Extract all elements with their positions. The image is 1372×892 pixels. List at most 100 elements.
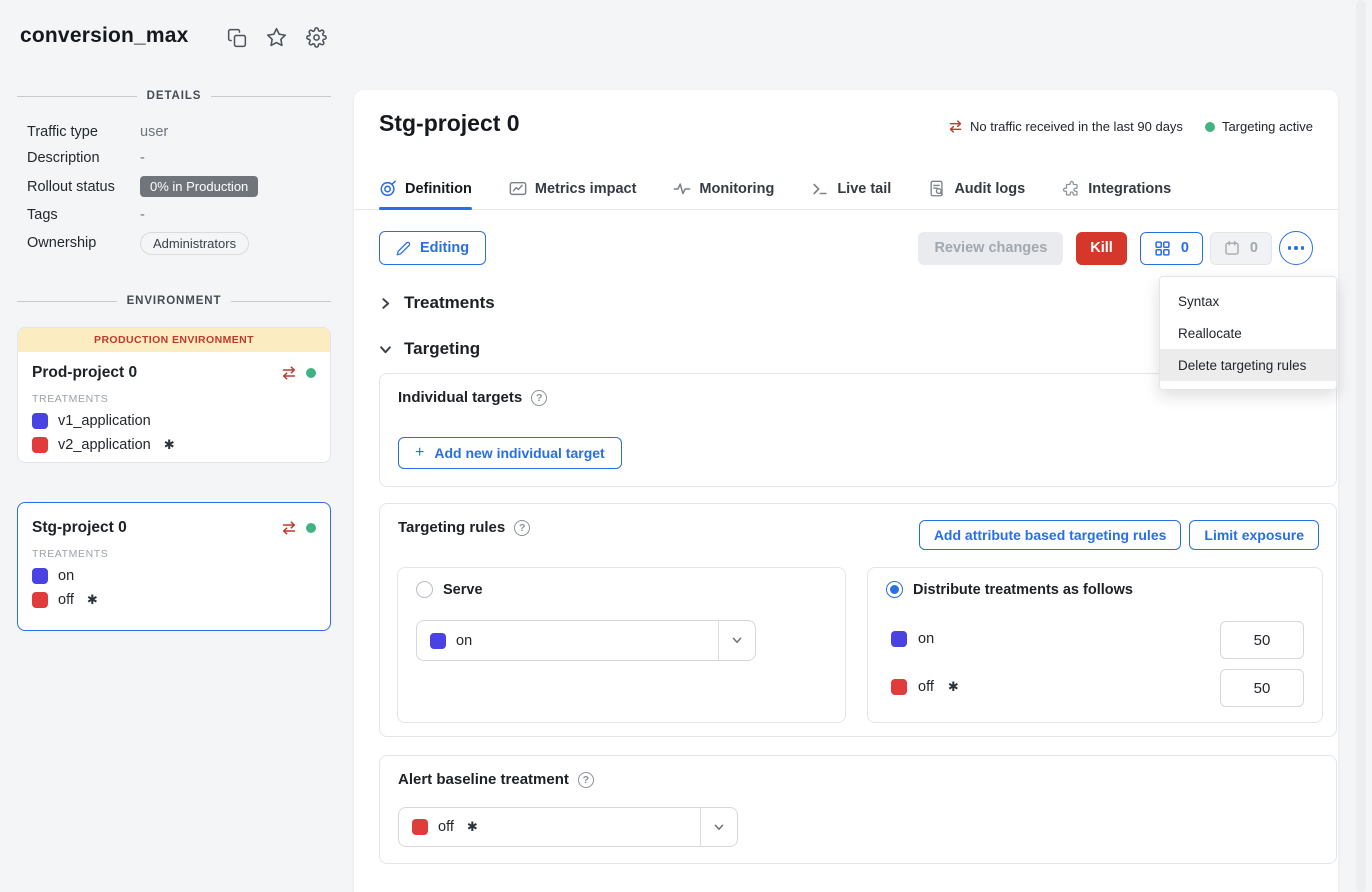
details-list: Traffic type user Description - Rollout … [27, 119, 331, 258]
tab-monitoring[interactable]: Monitoring [673, 168, 774, 209]
distribute-percent-input-on[interactable] [1220, 621, 1304, 659]
gear-icon[interactable] [306, 27, 327, 48]
environment-name: Stg-project 0 [32, 519, 281, 537]
help-icon[interactable]: ? [514, 520, 530, 536]
review-changes-button[interactable]: Review changes [918, 232, 1063, 265]
chevron-down-icon [731, 636, 743, 645]
treatment-row: v2_application ✱ [32, 437, 316, 453]
default-treatment-icon: ✱ [87, 592, 98, 608]
rollout-status-badge: 0% in Production [140, 176, 258, 197]
details-section-header: DETAILS [17, 90, 331, 102]
chevron-down-icon [713, 823, 725, 832]
treatment-color-swatch [891, 679, 907, 695]
alert-baseline-selected-value: off [438, 819, 454, 835]
toolbar: Editing Review changes Kill 0 0 [379, 231, 1313, 265]
distribute-row-on: on [891, 631, 934, 647]
targeting-section-toggle[interactable]: Targeting [379, 339, 480, 359]
treatments-section-toggle[interactable]: Treatments [379, 293, 495, 313]
metrics-impact-icon [509, 180, 527, 198]
radio-unchecked-icon[interactable] [416, 581, 433, 598]
integrations-icon [1062, 180, 1080, 198]
environment-card-prod[interactable]: PRODUCTION ENVIRONMENT Prod-project 0 TR… [17, 327, 331, 463]
chevron-down-icon [379, 343, 392, 356]
menu-item-reallocate[interactable]: Reallocate [1160, 317, 1336, 349]
treatment-row: off ✱ [32, 592, 316, 608]
main-panel: Stg-project 0 No traffic received in the… [354, 90, 1338, 892]
distribute-row-off: off ✱ [891, 679, 959, 695]
individual-targets-title: Individual targets [398, 389, 522, 406]
targeting-active-dot [1205, 122, 1215, 132]
tab-audit-logs[interactable]: Audit logs [928, 168, 1025, 209]
star-icon[interactable] [266, 27, 287, 48]
tab-integrations[interactable]: Integrations [1062, 168, 1171, 209]
alert-baseline-select[interactable]: off ✱ [398, 807, 738, 847]
targeting-rules-card: Targeting rules ? Add attribute based ta… [379, 503, 1337, 737]
help-icon[interactable]: ? [531, 390, 547, 406]
select-chevron-zone[interactable] [700, 808, 737, 846]
copy-icon[interactable] [227, 28, 247, 48]
swap-arrows-icon [281, 520, 297, 536]
select-chevron-zone[interactable] [718, 621, 755, 660]
production-environment-banner: PRODUCTION ENVIRONMENT [18, 328, 330, 352]
detail-row-rollout-status: Rollout status 0% in Production [27, 171, 331, 202]
status-row: No traffic received in the last 90 days … [948, 119, 1313, 134]
default-treatment-icon: ✱ [164, 437, 175, 453]
environment-section-header: ENVIRONMENT [17, 295, 331, 307]
add-individual-target-button[interactable]: + Add new individual target [398, 437, 622, 469]
distribute-radio-option[interactable]: Distribute treatments as follows [886, 581, 1133, 598]
menu-item-syntax[interactable]: Syntax [1160, 285, 1336, 317]
environment-card-stg-selected[interactable]: Stg-project 0 TREATMENTS on off ✱ [17, 502, 331, 631]
tab-live-tail[interactable]: Live tail [811, 168, 891, 209]
environment-page-title: Stg-project 0 [379, 110, 520, 137]
editing-button[interactable]: Editing [379, 231, 486, 265]
environment-active-dot [306, 523, 316, 533]
tab-metrics-impact[interactable]: Metrics impact [509, 168, 637, 209]
distribute-percent-input-off[interactable] [1220, 669, 1304, 707]
serve-treatment-select[interactable]: on [416, 620, 756, 661]
treatment-name: off [58, 592, 74, 608]
treatment-color-swatch [32, 592, 48, 608]
page-scrollbar[interactable] [1356, 0, 1366, 892]
radio-checked-icon[interactable] [886, 581, 903, 598]
calendar-icon [1224, 240, 1240, 256]
treatment-name: on [918, 631, 934, 647]
ellipsis-icon [1288, 246, 1292, 250]
add-attribute-rules-button[interactable]: Add attribute based targeting rules [919, 520, 1182, 550]
tags-value: - [140, 207, 145, 223]
traffic-type-label: Traffic type [27, 124, 140, 140]
description-label: Description [27, 150, 140, 166]
detail-row-description: Description - [27, 145, 331, 171]
grid-icon [1154, 240, 1171, 257]
serve-radio-option[interactable]: Serve [416, 581, 483, 598]
alert-baseline-title: Alert baseline treatment [398, 771, 569, 788]
menu-item-delete-targeting-rules[interactable]: Delete targeting rules [1160, 349, 1336, 381]
more-options-button[interactable] [1279, 231, 1313, 265]
rules-count-button[interactable]: 0 [1140, 232, 1203, 265]
distribute-panel: Distribute treatments as follows on off … [867, 567, 1323, 723]
traffic-type-value: user [140, 124, 168, 140]
targeting-rules-title: Targeting rules [398, 519, 505, 536]
targeting-status-text: Targeting active [1222, 119, 1313, 134]
treatment-color-swatch [891, 631, 907, 647]
treatment-color-swatch [412, 819, 428, 835]
title-actions [227, 27, 327, 48]
limit-exposure-button[interactable]: Limit exposure [1189, 520, 1319, 550]
plus-icon: + [415, 445, 424, 461]
tab-definition[interactable]: Definition [379, 168, 472, 209]
treatment-color-swatch [32, 413, 48, 429]
detail-row-traffic-type: Traffic type user [27, 119, 331, 145]
individual-targets-card: Individual targets ? + Add new individua… [379, 373, 1337, 487]
tags-label: Tags [27, 207, 140, 223]
treatments-subheading: TREATMENTS [32, 548, 316, 560]
schedule-count-button[interactable]: 0 [1210, 232, 1272, 265]
kill-button[interactable]: Kill [1076, 232, 1127, 265]
treatment-row: v1_application [32, 413, 316, 429]
default-treatment-icon: ✱ [467, 819, 478, 835]
page-title: conversion_max [20, 24, 189, 48]
alert-baseline-card: Alert baseline treatment ? off ✱ [379, 755, 1337, 864]
audit-logs-icon [928, 180, 946, 198]
rollout-status-label: Rollout status [27, 179, 140, 195]
ownership-pill[interactable]: Administrators [140, 232, 249, 255]
tab-bar: Definition Metrics impact Monitoring Liv… [354, 168, 1338, 210]
help-icon[interactable]: ? [578, 772, 594, 788]
